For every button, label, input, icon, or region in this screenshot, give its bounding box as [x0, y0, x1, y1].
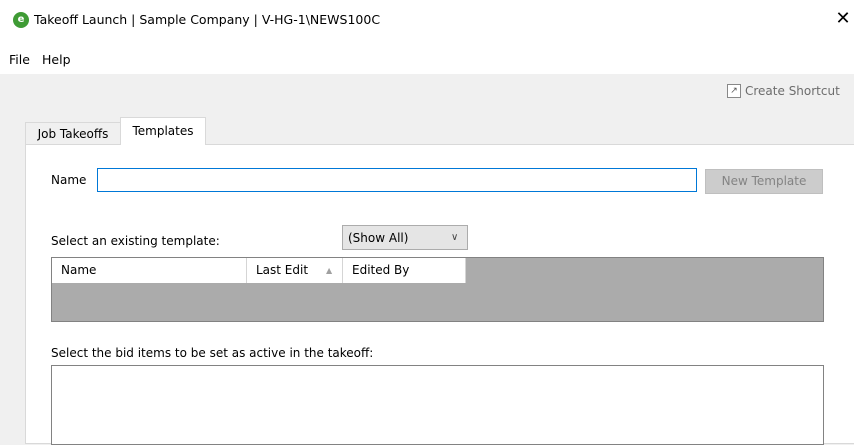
menu-help[interactable]: Help: [42, 52, 71, 68]
chevron-down-icon: ∨: [451, 232, 459, 243]
window-title: Takeoff Launch | Sample Company | V-HG-1…: [34, 12, 381, 27]
column-header-last-edit[interactable]: Last Edit ▲: [247, 258, 343, 283]
column-header-edited-by[interactable]: Edited By: [343, 258, 466, 283]
tab-job-takeoffs[interactable]: Job Takeoffs: [25, 122, 121, 144]
column-header-last-edit-label: Last Edit: [256, 263, 309, 277]
create-shortcut-link[interactable]: Create Shortcut: [745, 83, 840, 99]
template-name-input[interactable]: [97, 168, 697, 192]
filter-selected-value: (Show All): [348, 231, 409, 245]
column-header-name[interactable]: Name: [52, 258, 247, 283]
app-logo-icon: e: [13, 12, 29, 28]
bid-items-list[interactable]: [51, 365, 824, 445]
title-bar: e Takeoff Launch | Sample Company | V-HG…: [0, 0, 854, 44]
shortcut-arrow-icon[interactable]: ↗: [727, 84, 741, 98]
select-existing-label: Select an existing template:: [51, 234, 220, 248]
menu-bar: File Help: [0, 44, 854, 74]
sort-ascending-icon: ▲: [326, 266, 333, 275]
new-template-button[interactable]: New Template: [705, 169, 823, 194]
templates-grid[interactable]: Name Last Edit ▲ Edited By: [51, 257, 824, 322]
close-button[interactable]: ✕: [832, 6, 854, 32]
name-label: Name: [51, 173, 87, 187]
template-filter-dropdown[interactable]: (Show All) ∨: [342, 225, 468, 250]
tab-templates[interactable]: Templates: [120, 117, 206, 145]
bid-items-label: Select the bid items to be set as active…: [51, 346, 374, 360]
menu-file[interactable]: File: [9, 52, 30, 68]
